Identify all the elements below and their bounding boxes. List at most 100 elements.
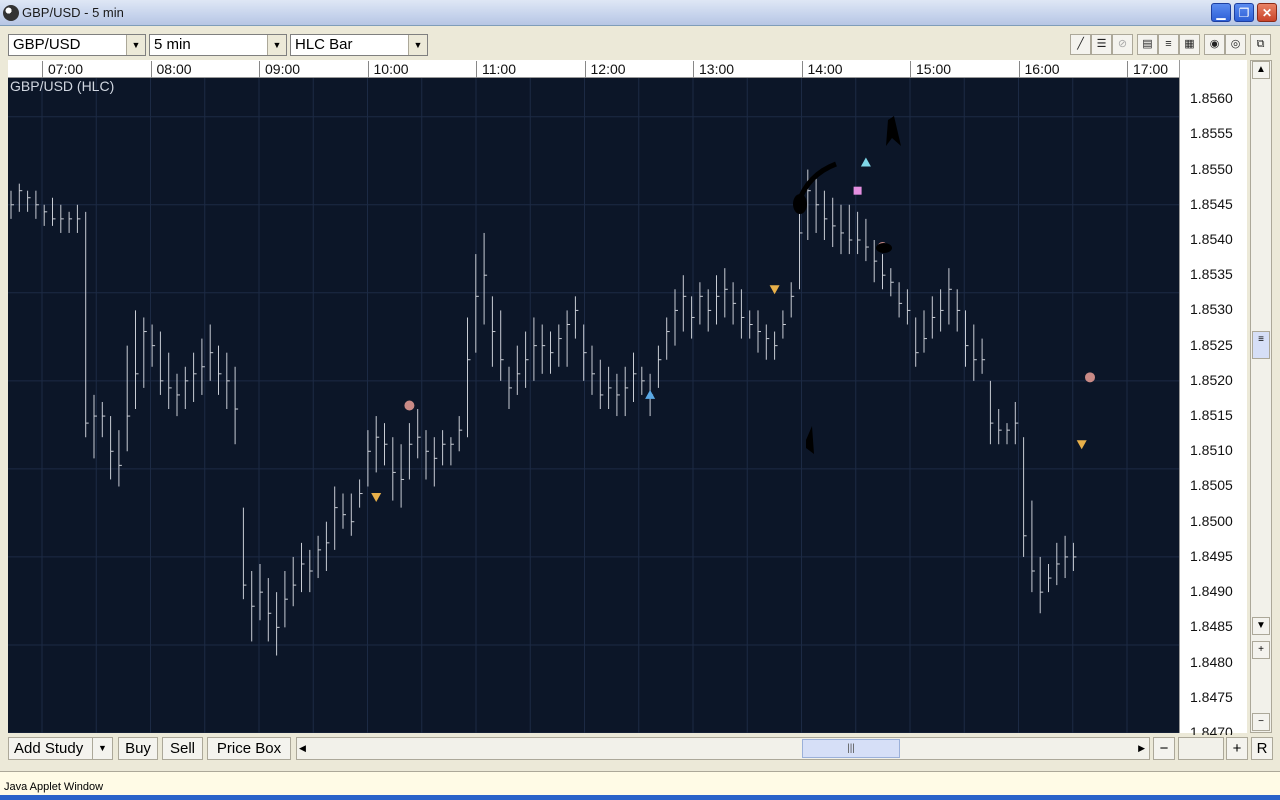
- zoom-slider[interactable]: [1178, 737, 1224, 760]
- price-label: 1.8530: [1190, 301, 1233, 318]
- hlc-bar: [143, 317, 147, 388]
- zoom-out-icon[interactable]: ◎: [1225, 34, 1246, 55]
- scroll-down-icon[interactable]: ▼: [1252, 617, 1270, 635]
- hlc-bar: [823, 190, 828, 240]
- scroll-right-icon[interactable]: ▶: [1138, 739, 1145, 758]
- hlc-bar: [85, 211, 89, 438]
- hlc-bar: [1039, 556, 1044, 614]
- vertical-scrollbar[interactable]: ▲ ≡ ▼ + −: [1250, 60, 1272, 733]
- time-label: 14:00: [801, 61, 843, 78]
- hlc-bar: [508, 366, 512, 410]
- hlc-bar: [965, 310, 969, 367]
- chart-panel[interactable]: 07:00 08:00 09:00 10:00 11:00 12:00 13:00 14:00…: [8, 60, 1247, 740]
- hlc-bar: [433, 437, 438, 487]
- signal-marker-circle: [1085, 372, 1095, 383]
- hlc-bar: [533, 317, 537, 381]
- scroll-thumb[interactable]: ≡: [1252, 331, 1270, 359]
- plot-area[interactable]: GBP/USD (HLC): [8, 78, 1179, 734]
- hlc-bar: [193, 352, 197, 402]
- table-icon[interactable]: ▦: [1179, 34, 1200, 55]
- price-bars: [10, 169, 1077, 656]
- symbol-select[interactable]: GBP/USD ▼: [8, 34, 146, 56]
- price-label: 1.8475: [1190, 688, 1233, 705]
- price-label: 1.8495: [1190, 547, 1233, 564]
- scroll-up-icon[interactable]: ▲: [1252, 61, 1270, 79]
- buy-button[interactable]: Buy: [118, 737, 158, 760]
- zoom-minus-icon[interactable]: −: [1252, 713, 1270, 731]
- hlc-bar: [757, 310, 761, 353]
- price-label: 1.8555: [1190, 125, 1233, 142]
- hlc-bar: [400, 444, 405, 508]
- hlc-bar: [450, 437, 454, 466]
- hlc-bar: [674, 289, 678, 346]
- bottom-bar: Add Study ▼ Buy Sell Price Box ◀ ||| ▶ −…: [0, 735, 1280, 763]
- hlc-bar: [740, 289, 745, 339]
- hlc-bar: [301, 542, 305, 593]
- hlc-bar: [475, 254, 479, 353]
- time-label: 11:00: [476, 61, 516, 78]
- scroll-thumb[interactable]: |||: [802, 739, 900, 758]
- hlc-bar: [525, 331, 529, 388]
- title-bar: GBP/USD - 5 min ▁ ❐ ✕: [0, 0, 1280, 26]
- hlc-bar: [616, 373, 620, 417]
- hlc-bar: [699, 282, 703, 325]
- hlc-bar: [101, 401, 106, 438]
- horizontal-line-icon[interactable]: ☰: [1091, 34, 1112, 55]
- close-button[interactable]: ✕: [1257, 3, 1277, 22]
- hlc-bar: [292, 556, 297, 607]
- grid: [8, 78, 1179, 734]
- price-label: 1.8550: [1190, 160, 1233, 177]
- add-study-select[interactable]: Add Study ▼: [8, 737, 113, 760]
- window-title: GBP/USD - 5 min: [22, 5, 124, 20]
- chevron-down-icon[interactable]: ▼: [408, 35, 427, 55]
- price-axis: 1.8560 1.8555 1.8550 1.8545 1.8540 1.8535 1.85…: [1179, 60, 1247, 740]
- minimize-button[interactable]: ▁: [1211, 3, 1231, 22]
- zoom-out-button[interactable]: −: [1153, 737, 1175, 760]
- time-label: 15:00: [910, 61, 951, 78]
- hlc-bar: [27, 190, 31, 212]
- hlc-bar: [467, 317, 471, 438]
- hlc-bar: [359, 479, 363, 508]
- hlc-bar: [890, 268, 894, 297]
- price-label: 1.8510: [1190, 442, 1233, 459]
- draw-line-icon[interactable]: ╱: [1070, 34, 1091, 55]
- interval-select[interactable]: 5 min ▼: [149, 34, 287, 56]
- hlc-bar: [989, 380, 994, 445]
- hlc-bar: [251, 571, 255, 642]
- symbol-select-value: GBP/USD: [13, 36, 81, 53]
- chevron-down-icon[interactable]: ▼: [267, 35, 286, 55]
- hlc-bar: [284, 571, 288, 628]
- maximize-button[interactable]: ❐: [1234, 3, 1254, 22]
- hlc-bar: [159, 331, 164, 395]
- eraser-icon[interactable]: ⊘: [1112, 34, 1133, 55]
- hlc-bar: [367, 430, 371, 487]
- hlc-bar: [408, 423, 413, 480]
- chevron-down-icon[interactable]: ▼: [126, 35, 145, 55]
- hlc-bar: [981, 338, 986, 374]
- price-chart[interactable]: [8, 78, 1179, 734]
- hlc-bar: [956, 289, 961, 332]
- detach-window-icon[interactable]: ⧉: [1250, 34, 1271, 55]
- reset-button[interactable]: R: [1251, 737, 1273, 760]
- horizontal-scrollbar[interactable]: ◀ ||| ▶: [296, 737, 1150, 760]
- price-label: 1.8545: [1190, 195, 1233, 212]
- annotation-blot: [876, 243, 892, 253]
- hlc-bar: [732, 282, 737, 325]
- interval-select-value: 5 min: [154, 36, 191, 53]
- scroll-left-icon[interactable]: ◀: [299, 739, 306, 758]
- zoom-in-button[interactable]: +: [1226, 737, 1248, 760]
- chevron-down-icon[interactable]: ▼: [92, 738, 112, 759]
- sell-button[interactable]: Sell: [162, 737, 203, 760]
- price-box-button[interactable]: Price Box: [207, 737, 291, 760]
- zoom-in-icon[interactable]: ◉: [1204, 34, 1225, 55]
- zoom-plus-icon[interactable]: +: [1252, 641, 1270, 659]
- hlc-bar: [815, 176, 820, 233]
- chart-type-select[interactable]: HLC Bar ▼: [290, 34, 428, 56]
- hlc-bar: [1064, 535, 1069, 579]
- hlc-bar: [998, 409, 1002, 445]
- signal-marker-triangle-down: [1076, 440, 1087, 450]
- hlc-bar: [948, 268, 952, 325]
- grid-icon[interactable]: ▤: [1137, 34, 1158, 55]
- fib-lines-icon[interactable]: ≡: [1158, 34, 1179, 55]
- price-label: 1.8505: [1190, 477, 1233, 494]
